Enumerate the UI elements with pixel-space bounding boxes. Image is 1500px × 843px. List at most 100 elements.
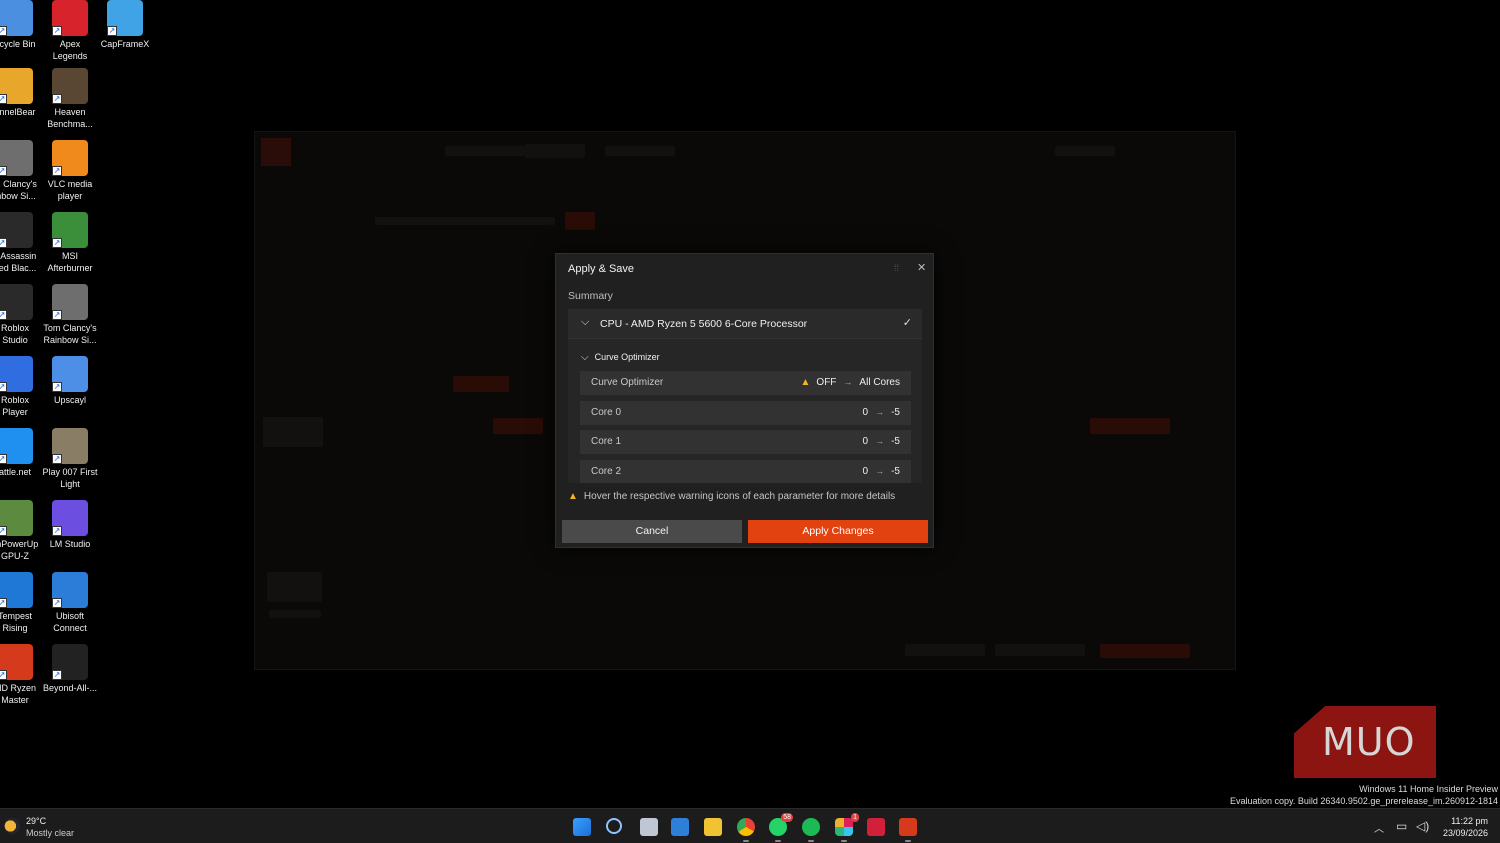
tunnelbear-icon: ↗ xyxy=(0,68,33,104)
search-icon[interactable] xyxy=(606,818,622,834)
desktop-icon-label: Tom Clancy's Rainbow Si... xyxy=(43,323,97,345)
app-control-dim xyxy=(453,376,509,392)
amd-logo-icon xyxy=(261,138,291,166)
param-to: -5 xyxy=(891,407,900,418)
volume-icon[interactable]: ◁) xyxy=(1416,819,1429,833)
cpu-section-header[interactable]: ⌵ CPU - AMD Ryzen 5 5600 6-Core Processo… xyxy=(568,309,922,339)
desktop-icon-label: chPowerUp GPU-Z xyxy=(0,539,39,561)
gpu-z-icon: ↗ xyxy=(0,500,33,536)
desktop-icon[interactable]: ↗ attle.net xyxy=(0,428,44,478)
check-icon: ✓ xyxy=(902,317,912,329)
desktop-icon[interactable]: ↗ unnelBear xyxy=(0,68,44,118)
desktop-icon[interactable]: ↗ Upscayl xyxy=(41,356,99,406)
app-text-dim xyxy=(375,217,555,225)
muo-logo-text: MUO xyxy=(1322,720,1416,764)
muo-watermark-logo: MUO xyxy=(1294,706,1436,778)
desktop-icon-label: Apex Legends xyxy=(52,39,88,61)
desktop-icon-label: VLC media player xyxy=(47,179,93,201)
param-to: -5 xyxy=(891,466,900,477)
start-windows-icon[interactable] xyxy=(573,818,591,836)
chevron-down-icon[interactable]: ⌵ xyxy=(581,352,589,363)
taskbar: 29°C Mostly clear 58 1 ︿ ▭ ◁) 11:22 pm 2… xyxy=(0,808,1500,843)
desktop-icon-label: y Assassin eed Blac... xyxy=(0,251,37,273)
task-view-icon[interactable] xyxy=(640,818,658,836)
roblox-studio-icon: ↗ xyxy=(0,284,33,320)
weather-temp[interactable]: 29°C xyxy=(26,816,46,826)
adobe-acrobat-icon[interactable] xyxy=(867,818,885,836)
desktop-icon[interactable]: ↗ CapFrameX xyxy=(96,0,154,50)
desktop-icon[interactable]: ↗ Beyond-All-... xyxy=(41,644,99,694)
weather-moon-icon[interactable] xyxy=(4,818,20,834)
desktop-icon-label: Tempest Rising xyxy=(0,611,32,633)
desktop-icon[interactable]: ↗ Tom Clancy's Rainbow Si... xyxy=(41,284,99,346)
warning-icon[interactable]: ▲ xyxy=(801,377,811,388)
microsoft-store-icon[interactable] xyxy=(671,818,689,836)
param-row-curve-optimizer: Curve Optimizer ▲ OFF → All Cores xyxy=(580,371,911,395)
whatsapp-icon[interactable]: 58 xyxy=(769,813,793,842)
chevron-down-icon[interactable]: ⌵ xyxy=(581,316,589,329)
ryzen-master-icon: ↗ xyxy=(0,644,33,680)
slack-icon[interactable]: 1 xyxy=(835,813,859,842)
desktop-icon-label: MSI Afterburner xyxy=(47,251,93,273)
desktop-icon[interactable]: ↗ m Clancy's inbow Si... xyxy=(0,140,44,202)
apply-save-dialog: Apply & Save ⁞⁞ ✕ Summary ⌵ CPU - AMD Ry… xyxy=(555,253,934,548)
shortcut-arrow-icon: ↗ xyxy=(52,670,62,680)
desktop-icon[interactable]: ↗ Play 007 First Light xyxy=(41,428,99,490)
ryzen-master-taskbar-icon[interactable] xyxy=(899,818,917,842)
param-from: 0 xyxy=(862,407,869,418)
desktop-icon[interactable]: ↗ y Assassin eed Blac... xyxy=(0,212,44,274)
section-label: Curve Optimizer xyxy=(594,352,660,362)
clock-date[interactable]: 23/09/2026 xyxy=(1443,828,1488,838)
arrow-right-icon: → xyxy=(875,436,885,446)
007-first-light-icon: ↗ xyxy=(52,428,88,464)
drag-handle-icon[interactable]: ⁞⁞ xyxy=(894,263,899,273)
assassins-creed-icon: ↗ xyxy=(0,212,33,248)
apex-legends-icon: ↗ xyxy=(52,0,88,36)
desktop-icon[interactable]: ↗ Tempest Rising xyxy=(0,572,44,634)
heaven-benchmark-icon: ↗ xyxy=(52,68,88,104)
close-icon[interactable]: ✕ xyxy=(917,261,926,274)
desktop-icon-label: Beyond-All-... xyxy=(42,683,98,693)
app-sidebar-dim xyxy=(267,572,322,602)
desktop-icon[interactable]: ↗ Heaven Benchma... xyxy=(41,68,99,130)
chrome-icon[interactable] xyxy=(737,818,755,842)
app-button-dim xyxy=(1100,644,1190,658)
summary-panel[interactable]: ⌵ CPU - AMD Ryzen 5 5600 6-Core Processo… xyxy=(568,309,922,483)
desktop-icon[interactable]: ↗ Ubisoft Connect xyxy=(41,572,99,634)
clock-time[interactable]: 11:22 pm xyxy=(1451,816,1488,826)
file-explorer-icon[interactable] xyxy=(704,818,722,836)
spotify-icon[interactable] xyxy=(802,818,820,842)
desktop-icon[interactable]: ↗ Roblox Studio xyxy=(0,284,44,346)
chevron-up-icon[interactable]: ︿ xyxy=(1374,820,1384,835)
desktop-icon[interactable]: ↗ MD Ryzen Master xyxy=(0,644,44,706)
cpu-name: CPU - AMD Ryzen 5 5600 6-Core Processor xyxy=(600,318,808,330)
param-change: 0 → -5 xyxy=(863,466,900,477)
battlenet-icon: ↗ xyxy=(0,428,33,464)
weather-desc[interactable]: Mostly clear xyxy=(26,828,74,838)
param-from: 0 xyxy=(862,466,869,477)
desktop-icon[interactable]: ↗ Apex Legends xyxy=(41,0,99,62)
desktop-icon[interactable]: ↗ LM Studio xyxy=(41,500,99,550)
network-icon[interactable]: ▭ xyxy=(1396,819,1407,833)
shortcut-arrow-icon: ↗ xyxy=(107,26,117,36)
desktop-icon[interactable]: ↗ Roblox Player xyxy=(0,356,44,418)
app-sidebar-dim xyxy=(263,417,323,447)
curve-optimizer-section-header[interactable]: ⌵ Curve Optimizer xyxy=(581,352,660,363)
desktop-icon-label: Upscayl xyxy=(53,395,86,405)
apply-changes-button[interactable]: Apply Changes xyxy=(748,520,928,543)
arrow-right-icon: → xyxy=(875,407,885,417)
desktop: ↗ ecycle Bin ↗ Apex Legends ↗ CapFrameX ↗ unnel… xyxy=(0,0,1500,808)
desktop-icon[interactable]: ↗ ecycle Bin xyxy=(0,0,44,50)
upscayl-icon: ↗ xyxy=(52,356,88,392)
desktop-icon[interactable]: ↗ VLC media player xyxy=(41,140,99,202)
cancel-button[interactable]: Cancel xyxy=(562,520,742,543)
param-name: Core 0 xyxy=(591,407,622,418)
shortcut-arrow-icon: ↗ xyxy=(0,166,7,176)
desktop-icon[interactable]: ↗ MSI Afterburner xyxy=(41,212,99,274)
desktop-icon-label: Play 007 First Light xyxy=(42,467,98,489)
app-control-dim xyxy=(1090,418,1170,434)
param-row-core-0: Core 0 0 → -5 xyxy=(580,401,911,425)
windows-evaluation-watermark: Windows 11 Home Insider Preview Evaluati… xyxy=(1230,783,1498,807)
dialog-title: Apply & Save xyxy=(568,263,635,275)
desktop-icon[interactable]: ↗ chPowerUp GPU-Z xyxy=(0,500,44,562)
